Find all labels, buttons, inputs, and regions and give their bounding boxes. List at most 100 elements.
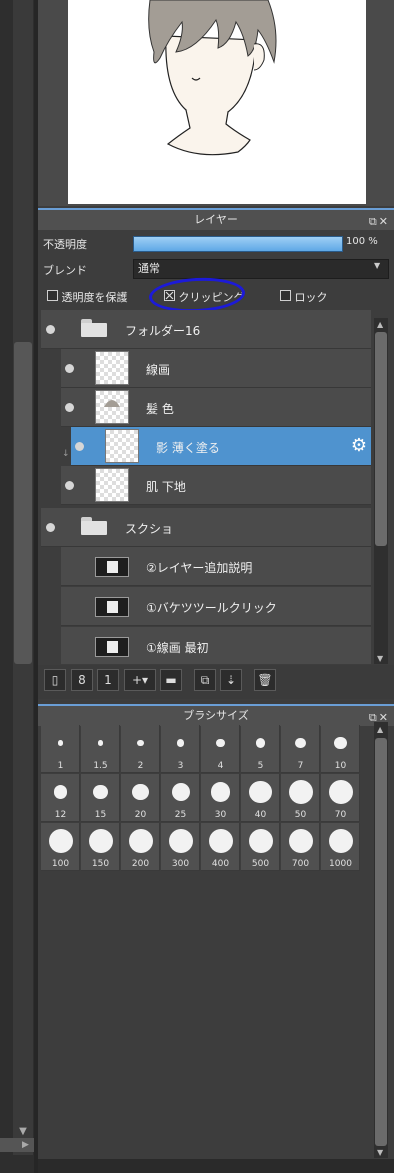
- lock-checkbox[interactable]: ロック: [280, 289, 328, 305]
- brush-size-label: 1000: [329, 859, 352, 869]
- brush-size-cell[interactable]: 20: [121, 774, 160, 822]
- brush-size-cell[interactable]: 5: [241, 725, 280, 773]
- gear-icon[interactable]: ⚙: [351, 435, 367, 456]
- brush-size-cell[interactable]: 10: [321, 725, 360, 773]
- scroll-down-arrow-icon[interactable]: ▼: [377, 654, 383, 663]
- hair-thumbnail-icon: [104, 400, 120, 407]
- brush-size-cell[interactable]: 400: [201, 823, 240, 871]
- layer-list[interactable]: フォルダー16 線画 髪 色 影 薄く塗る ⚙ 肌 下地 スクショ ②レイヤー追…: [41, 310, 371, 664]
- opacity-slider[interactable]: [133, 236, 343, 252]
- brush-size-cell[interactable]: 500: [241, 823, 280, 871]
- chevron-down-icon[interactable]: ▼: [374, 261, 380, 270]
- scroll-down-arrow-icon[interactable]: ▼: [377, 1148, 383, 1157]
- visibility-eye-icon[interactable]: [65, 403, 74, 412]
- brush-size-cell[interactable]: 2: [121, 725, 160, 773]
- brush-size-cell[interactable]: 4: [201, 725, 240, 773]
- screenshot-thumbnail: [95, 637, 129, 657]
- brush-dot-icon: [288, 829, 313, 853]
- brush-dot-icon: [334, 736, 347, 750]
- layer-row[interactable]: 髪 色: [61, 388, 371, 427]
- lock-label: ロック: [294, 291, 328, 304]
- layer-row-folder[interactable]: スクショ: [41, 508, 371, 547]
- layer-name: フォルダー16: [125, 324, 201, 338]
- layer-scrollbar-thumb[interactable]: [375, 332, 387, 546]
- scroll-down-arrow-icon[interactable]: ▼: [16, 1126, 30, 1138]
- brush-size-cell[interactable]: 100: [41, 823, 80, 871]
- brush-dot-icon: [295, 737, 306, 749]
- scroll-up-arrow-icon[interactable]: ▲: [377, 320, 383, 329]
- folder-icon: [81, 319, 107, 337]
- brush-size-cell[interactable]: 150: [81, 823, 120, 871]
- visibility-eye-icon[interactable]: [46, 325, 55, 334]
- layer-row[interactable]: ①バケツツールクリック: [61, 587, 371, 626]
- brush-size-cell[interactable]: 12: [41, 774, 80, 822]
- brush-size-cell[interactable]: 1: [41, 725, 80, 773]
- layer-row-folder[interactable]: フォルダー16: [41, 310, 371, 349]
- layer-panel-header[interactable]: レイヤー ⧉✕: [38, 208, 394, 230]
- brush-size-cell[interactable]: 50: [281, 774, 320, 822]
- panel-window-icons[interactable]: ⧉✕: [369, 212, 390, 232]
- layer-name: 肌 下地: [146, 480, 186, 494]
- brush-panel-title: ブラシサイズ: [183, 709, 249, 722]
- new-8bit-layer-icon[interactable]: 8: [71, 669, 93, 691]
- brush-scrollbar-thumb[interactable]: [375, 738, 387, 1146]
- new-layer-icon[interactable]: ▯: [44, 669, 66, 691]
- layer-row[interactable]: 肌 下地: [61, 466, 371, 505]
- layer-name: スクショ: [125, 522, 174, 536]
- brush-size-cell[interactable]: 1.5: [81, 725, 120, 773]
- brush-size-cell[interactable]: 40: [241, 774, 280, 822]
- brush-size-label: 10: [334, 761, 347, 771]
- visibility-eye-icon[interactable]: [75, 442, 84, 451]
- folder-icon: [81, 517, 107, 535]
- merge-down-icon[interactable]: ⇣: [220, 669, 242, 691]
- layer-row[interactable]: 線画: [61, 349, 371, 388]
- brush-size-cell[interactable]: 30: [201, 774, 240, 822]
- brush-size-label: 70: [334, 810, 347, 820]
- brush-size-cell[interactable]: 700: [281, 823, 320, 871]
- blend-label: ブレンド: [43, 264, 87, 277]
- brush-dot-icon: [288, 780, 313, 804]
- scroll-right-arrow-icon[interactable]: ▶: [22, 1139, 34, 1151]
- brush-dot-icon: [53, 785, 68, 799]
- new-folder-icon[interactable]: ▬: [160, 669, 182, 691]
- brush-size-label: 25: [174, 810, 187, 820]
- brush-size-cell[interactable]: 7: [281, 725, 320, 773]
- brush-size-label: 4: [217, 761, 224, 771]
- layer-name: ①線画 最初: [146, 641, 209, 655]
- layer-thumbnail: [95, 390, 129, 424]
- brush-size-cell[interactable]: 300: [161, 823, 200, 871]
- visibility-eye-icon[interactable]: [46, 523, 55, 532]
- brush-size-label: 7: [297, 761, 304, 771]
- delete-icon[interactable]: 🗑: [254, 669, 276, 691]
- scroll-up-arrow-icon[interactable]: ▲: [377, 725, 383, 734]
- brush-size-cell[interactable]: 25: [161, 774, 200, 822]
- blend-mode-select[interactable]: 通常: [133, 259, 389, 279]
- brush-size-label: 1: [57, 761, 64, 771]
- brush-size-cell[interactable]: 200: [121, 823, 160, 871]
- duplicate-icon[interactable]: ⧉: [194, 669, 216, 691]
- visibility-eye-icon[interactable]: [65, 364, 74, 373]
- new-1bit-layer-icon[interactable]: 1: [97, 669, 119, 691]
- brush-size-cell[interactable]: 1000: [321, 823, 360, 871]
- canvas-paper[interactable]: [68, 0, 366, 204]
- layer-row[interactable]: ①線画 最初: [61, 627, 371, 664]
- brush-dot-icon: [208, 829, 233, 853]
- brush-dot-icon: [255, 738, 266, 748]
- layer-name: ②レイヤー追加説明: [146, 561, 253, 575]
- brush-size-cell[interactable]: 70: [321, 774, 360, 822]
- layer-name: 髪 色: [146, 402, 174, 416]
- layer-row-selected[interactable]: 影 薄く塗る ⚙: [71, 427, 371, 466]
- layer-thumbnail: [95, 351, 129, 385]
- brush-size-cell[interactable]: 3: [161, 725, 200, 773]
- left-scrollbar-thumb[interactable]: [14, 342, 32, 664]
- visibility-eye-icon[interactable]: [65, 481, 74, 490]
- brush-panel-header[interactable]: ブラシサイズ ⧉✕: [38, 704, 394, 726]
- protect-alpha-checkbox[interactable]: 透明度を保護: [47, 289, 128, 305]
- add-layer-menu-icon[interactable]: +▾: [124, 669, 156, 691]
- brush-size-label: 1.5: [93, 761, 108, 771]
- brush-size-cell[interactable]: 15: [81, 774, 120, 822]
- brush-dot-icon: [216, 738, 225, 748]
- brush-dot-icon: [328, 780, 353, 804]
- brush-dot-icon: [328, 829, 353, 853]
- layer-row[interactable]: ②レイヤー追加説明: [61, 547, 371, 586]
